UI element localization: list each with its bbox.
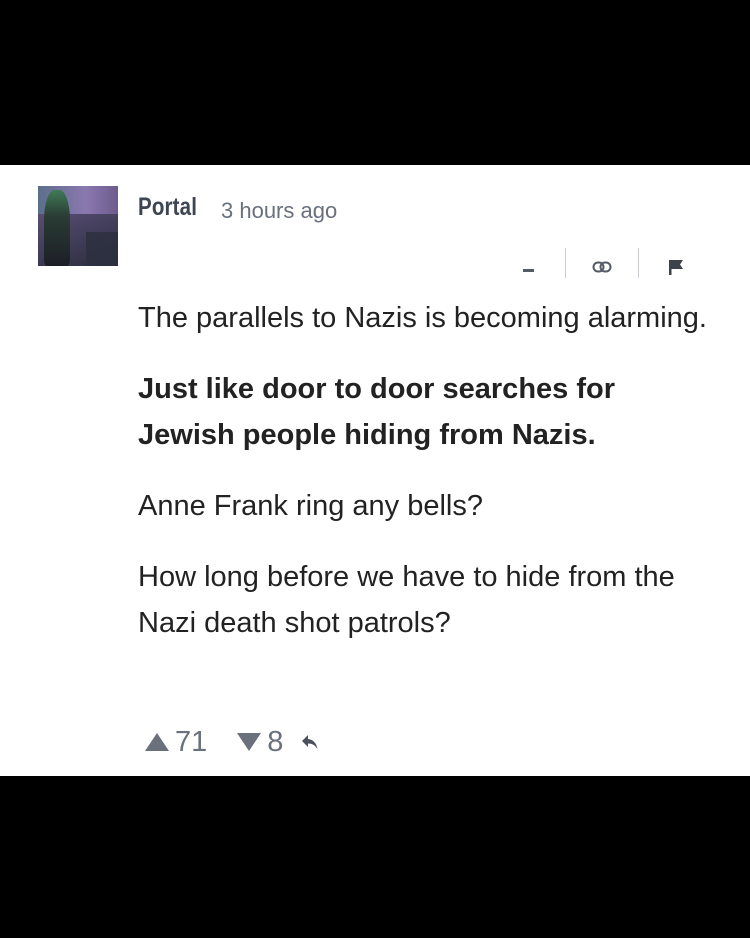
upvote-icon[interactable] [145, 733, 169, 751]
avatar-shadow [86, 232, 118, 266]
comment-card: Portal 3 hours ago The parallels to Nazi… [0, 165, 750, 776]
vote-bar: 71 8 [145, 724, 319, 760]
comment-actions [516, 248, 696, 282]
reply-arrow-icon [302, 735, 318, 749]
permalink-button[interactable] [590, 252, 614, 282]
comment-paragraph: How long before we have to hide from the… [138, 561, 675, 639]
comment-timestamp[interactable]: 3 hours ago [221, 198, 337, 224]
action-divider [565, 248, 566, 278]
flag-icon [669, 260, 683, 275]
flag-button[interactable] [664, 252, 688, 282]
comment-paragraph: The parallels to Nazis is becoming alarm… [138, 302, 707, 334]
action-divider [638, 248, 639, 278]
reply-button[interactable] [301, 734, 319, 750]
downvote-count: 8 [267, 725, 284, 758]
link-icon [592, 261, 612, 273]
comment-body: The parallels to Nazis is becoming alarm… [138, 295, 718, 671]
avatar[interactable] [38, 186, 118, 266]
comment-paragraph: Anne Frank ring any bells? [138, 490, 483, 522]
collapse-button[interactable] [516, 252, 540, 282]
avatar-figure [44, 190, 70, 266]
downvote-icon[interactable] [237, 733, 262, 751]
minus-icon [522, 268, 534, 272]
upvote-count: 71 [175, 725, 208, 758]
comment-paragraph-bold: Just like door to door searches for Jewi… [138, 373, 615, 451]
comment-author[interactable]: Portal [138, 193, 197, 222]
